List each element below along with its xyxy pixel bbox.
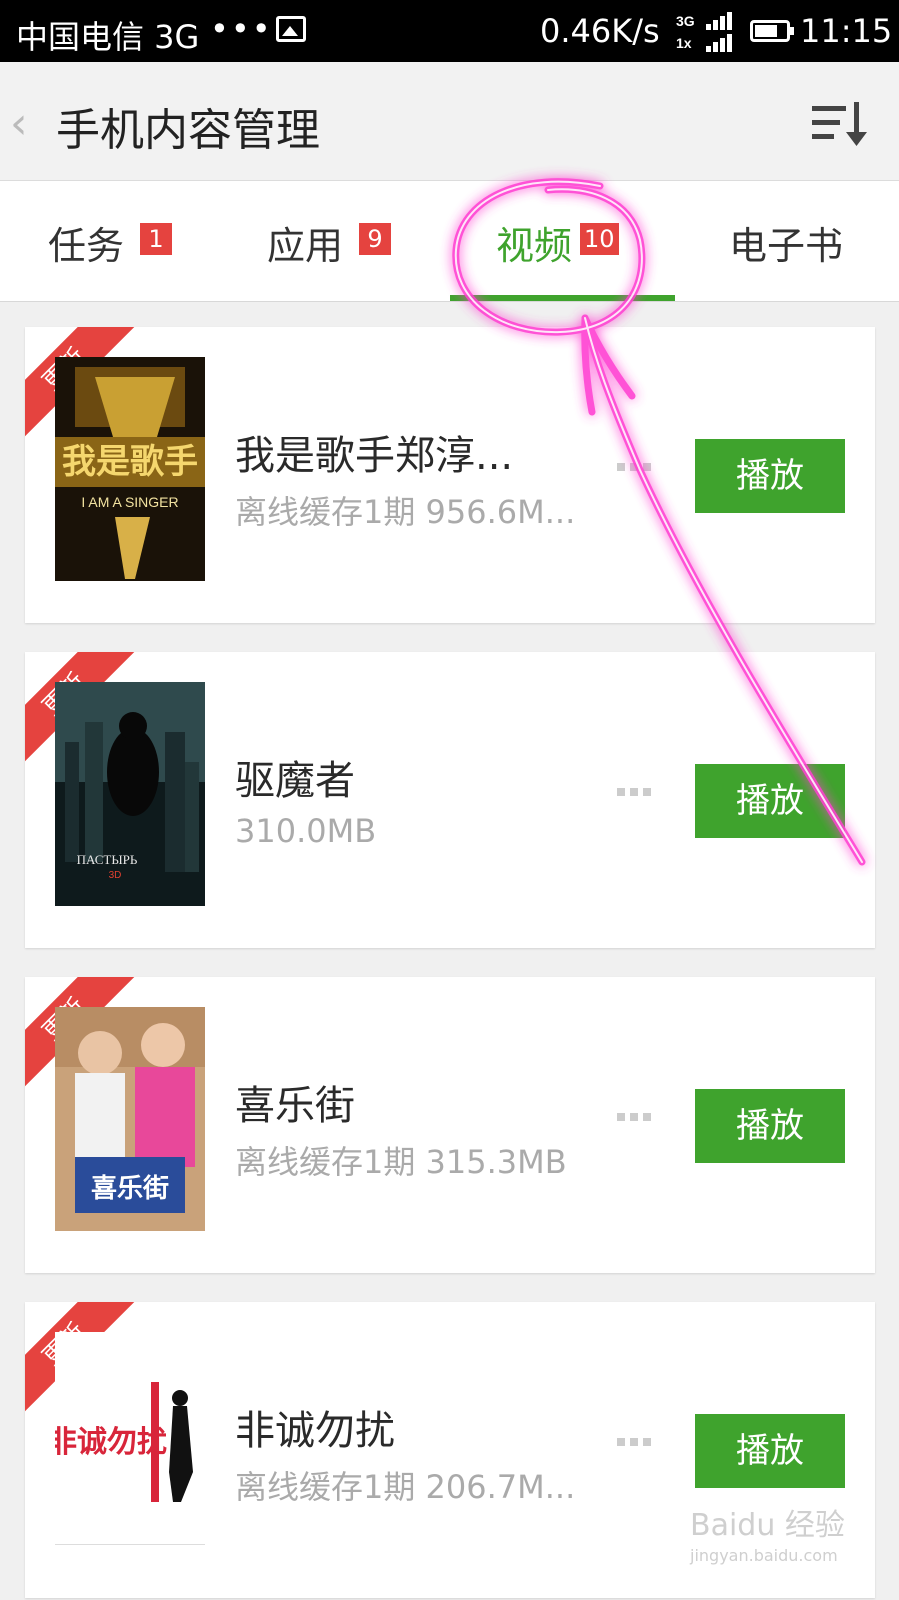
video-poster: ПАСТЫРЬ 3D [55, 682, 205, 906]
video-title: 喜乐街 [235, 1083, 355, 1129]
video-poster: 非诚勿扰 [55, 1332, 205, 1556]
carrier-label: 中国电信 3G [16, 18, 200, 56]
poster-subtitle: I AM A SINGER [81, 494, 178, 510]
more-options-icon[interactable] [617, 782, 651, 802]
poster-title: 非诚勿扰 [55, 1425, 167, 1460]
more-options-icon[interactable] [617, 1432, 651, 1452]
play-button[interactable]: 播放 [695, 1414, 845, 1488]
page-title: 手机内容管理 [56, 105, 320, 156]
network-type-label-2: 1x [676, 35, 692, 51]
video-title: 我是歌手郑淳... [235, 433, 514, 479]
play-button[interactable]: 播放 [695, 764, 845, 838]
count-badge: 1 [140, 223, 172, 255]
video-title: 驱魔者 [235, 758, 355, 804]
tab-bar: 任务 1 应用 9 视频 10 电子书 [0, 181, 899, 302]
network-type-label: 3G [676, 13, 695, 29]
count-badge: 9 [359, 223, 391, 255]
tab-apps[interactable]: 应用 9 [225, 181, 450, 301]
video-title: 非诚勿扰 [235, 1408, 395, 1454]
play-button[interactable]: 播放 [695, 439, 845, 513]
video-subtitle: 离线缓存1期 206.7M... [235, 1468, 576, 1506]
tab-videos[interactable]: 视频 10 [450, 181, 675, 301]
video-poster: 我是歌手 I AM A SINGER [55, 357, 205, 581]
active-tab-indicator [450, 295, 675, 301]
poster-title: 我是歌手 [62, 442, 198, 482]
signal-strength-icon: 3G 1x [676, 12, 732, 52]
tab-ebooks[interactable]: 电子书 [675, 181, 899, 301]
tab-label: 应用 [267, 224, 344, 268]
more-options-icon[interactable] [617, 1107, 651, 1127]
poster-title: 喜乐街 [91, 1174, 169, 1204]
video-subtitle: 离线缓存1期 956.6M... [235, 493, 576, 531]
video-card[interactable]: 更新 ПАСТЫРЬ 3D 驱魔者 310.0MB 播放 [25, 652, 875, 948]
poster-subtitle: 3D [109, 870, 122, 881]
status-bar: 中国电信 3G ••• 0.46K/s 3G 1x 11:15 [0, 0, 899, 62]
clock: 11:15 [800, 12, 893, 50]
tab-label: 电子书 [729, 224, 844, 268]
video-card[interactable]: 更新 喜乐街 喜乐街 离线缓存1期 315.3MB 播放 [25, 977, 875, 1273]
tab-tasks[interactable]: 任务 1 [0, 181, 225, 301]
play-button[interactable]: 播放 [695, 1089, 845, 1163]
video-card[interactable]: 更新 我是歌手 I AM A SINGER 我是歌手郑淳... 离线缓存1期 9… [25, 327, 875, 623]
battery-icon [750, 20, 794, 42]
baidu-watermark: Baidu 经验 jingyan.baidu.com [690, 1500, 845, 1565]
video-subtitle: 310.0MB [235, 812, 377, 850]
watermark-text: Baidu 经验 [690, 1508, 845, 1543]
watermark-url: jingyan.baidu.com [690, 1546, 838, 1565]
more-options-icon[interactable] [617, 457, 651, 477]
network-speed: 0.46K/s [540, 12, 660, 50]
video-poster: 喜乐街 [55, 1007, 205, 1231]
tab-label: 任务 [48, 224, 125, 268]
back-icon[interactable]: ‹ [10, 98, 28, 149]
poster-title: ПАСТЫРЬ [77, 852, 138, 867]
title-bar: ‹ 手机内容管理 [0, 62, 899, 181]
count-badge: 10 [580, 223, 619, 255]
tab-label: 视频 [496, 224, 573, 268]
video-subtitle: 离线缓存1期 315.3MB [235, 1143, 567, 1181]
sort-icon[interactable] [812, 100, 868, 148]
image-notification-icon [276, 16, 306, 42]
notification-dots: ••• [210, 10, 273, 48]
